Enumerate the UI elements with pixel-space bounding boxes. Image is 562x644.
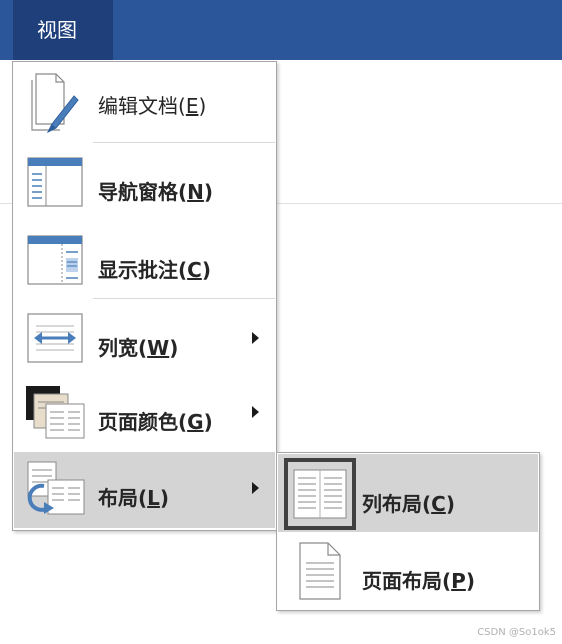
page-color-icon [26, 384, 86, 444]
show-comments-icon [26, 234, 84, 290]
submenu-item-page-layout[interactable]: 页面布局(P) [278, 533, 538, 609]
menu-item-page-color[interactable]: 页面颜色(G) [14, 376, 275, 452]
submenu-arrow-icon [252, 332, 259, 344]
menu-item-label: 导航窗格(N) [98, 180, 214, 204]
submenu-item-column-layout[interactable]: 列布局(C) [278, 454, 538, 532]
layout-submenu: 列布局(C) 页面布局(P) [276, 452, 540, 611]
menu-separator [93, 298, 275, 299]
menu-item-label: 页面颜色(G) [98, 410, 213, 434]
menu-item-label: 显示批注(C) [98, 258, 211, 282]
menu-item-column-width[interactable]: 列宽(W) [14, 302, 275, 376]
menu-separator [93, 142, 275, 143]
menu-item-layout[interactable]: 布局(L) [14, 452, 275, 528]
menu-item-label: 编辑文档(E) [98, 94, 207, 118]
submenu-arrow-icon [252, 482, 259, 494]
ribbon-bar: 视图 [0, 0, 562, 60]
layout-icon [26, 460, 86, 522]
submenu-item-label: 页面布局(P) [362, 569, 475, 593]
menu-item-edit-document[interactable]: 编辑文档(E) [14, 62, 275, 142]
column-layout-icon [284, 458, 356, 534]
menu-item-show-comments[interactable]: 显示批注(C) [14, 228, 275, 298]
column-width-icon [26, 312, 84, 368]
menu-item-label: 列宽(W) [98, 336, 179, 360]
tab-view[interactable]: 视图 [13, 0, 113, 60]
menu-item-navigation-pane[interactable]: 导航窗格(N) [14, 148, 275, 228]
edit-document-icon [26, 72, 82, 138]
menu-item-label: 布局(L) [98, 486, 170, 510]
view-menu: 编辑文档(E) 导航窗格(N) 显示批注(C) 列宽(W) 页面颜色(G) 布局… [12, 61, 277, 531]
watermark: CSDN @So1ok5 [477, 627, 556, 638]
page-layout-icon [298, 541, 344, 605]
navigation-pane-icon [26, 156, 84, 212]
submenu-arrow-icon [252, 406, 259, 418]
submenu-item-label: 列布局(C) [362, 492, 455, 516]
